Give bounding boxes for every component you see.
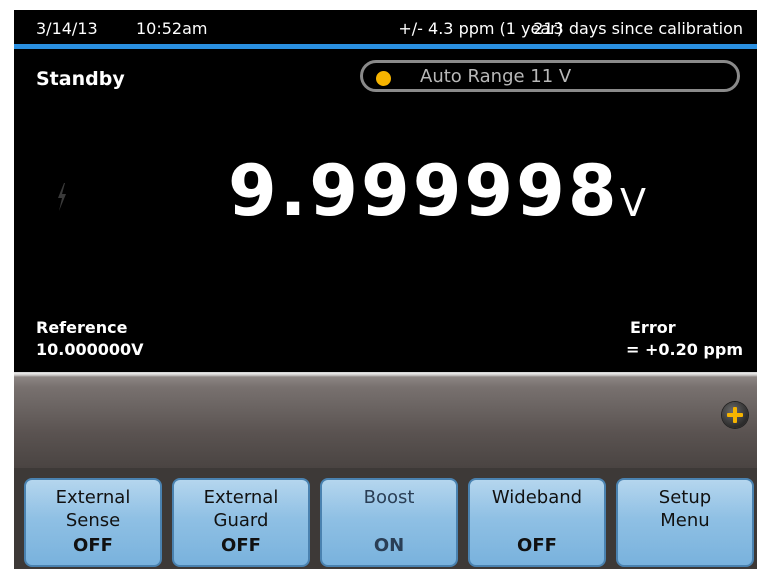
softkey-label: External xyxy=(55,487,131,508)
lightning-bolt-icon xyxy=(58,183,66,211)
softkey-state: OFF xyxy=(73,535,113,556)
measurement-value: 9.999998 xyxy=(228,150,620,232)
softkey-state: OFF xyxy=(221,535,261,556)
status-calibration: 213 days since calibration xyxy=(533,19,743,38)
operating-mode: Standby xyxy=(36,68,125,90)
measurement-unit: V xyxy=(620,181,646,225)
error-value: = +0.20 ppm xyxy=(625,340,743,359)
reference-label: Reference xyxy=(36,318,128,337)
info-panel xyxy=(14,372,757,469)
plus-icon[interactable] xyxy=(722,402,748,428)
softkey-bar: External Sense OFF External Guard OFF Bo… xyxy=(14,468,757,569)
range-label: Auto Range 11 V xyxy=(420,66,572,87)
softkey-label: Wideband xyxy=(491,487,583,508)
status-divider xyxy=(14,44,757,49)
reference-value: 10.000000V xyxy=(36,340,144,359)
range-selector[interactable]: Auto Range 11 V xyxy=(360,60,740,92)
softkey-label: Boost xyxy=(363,487,415,508)
softkey-state: OFF xyxy=(517,535,557,556)
status-date: 3/14/13 xyxy=(36,19,98,38)
softkey-label: Setup xyxy=(658,487,712,508)
status-time: 10:52am xyxy=(136,19,208,38)
range-indicator-dot xyxy=(376,71,391,86)
meter-screen: 3/14/13 10:52am +/- 4.3 ppm (1 year) 213… xyxy=(14,10,757,569)
softkey-label: Sense xyxy=(65,510,121,531)
external-sense-button[interactable]: External Sense OFF xyxy=(24,478,162,567)
softkey-label: Guard xyxy=(213,510,269,531)
boost-button[interactable]: Boost ON xyxy=(320,478,458,567)
setup-menu-button[interactable]: Setup Menu xyxy=(616,478,754,567)
softkey-state: ON xyxy=(373,535,405,556)
softkey-label: External xyxy=(203,487,279,508)
status-bar: 3/14/13 10:52am +/- 4.3 ppm (1 year) 213… xyxy=(14,10,757,44)
error-label: Error xyxy=(630,318,676,337)
plus-icon-vertical xyxy=(733,407,737,423)
softkey-label: Menu xyxy=(660,510,710,531)
wideband-button[interactable]: Wideband OFF xyxy=(468,478,606,567)
external-guard-button[interactable]: External Guard OFF xyxy=(172,478,310,567)
